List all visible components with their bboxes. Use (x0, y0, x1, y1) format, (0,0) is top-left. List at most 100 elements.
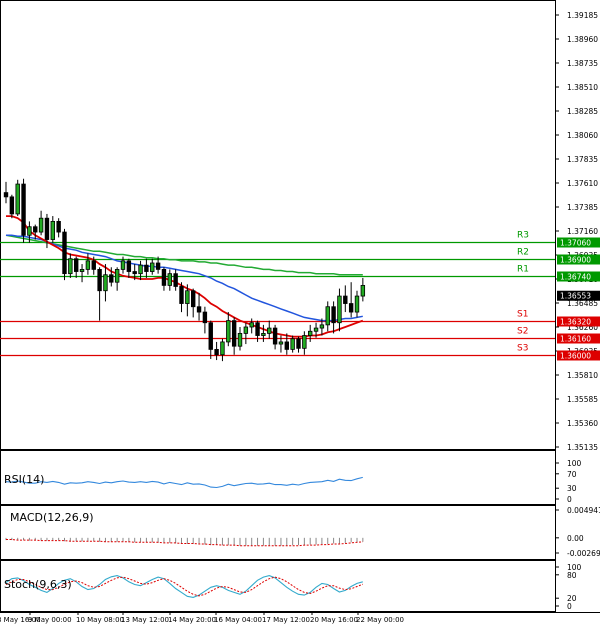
rsi-tick-label: 0 (567, 495, 572, 504)
price-tick-label: 1.38735 (567, 59, 598, 68)
level-price-label-s1: 1.36320 (560, 318, 591, 327)
candle-body (185, 290, 190, 304)
macd-tick-label: -0.002695 (567, 549, 600, 558)
candle-body (3, 192, 9, 198)
candle-body (214, 348, 219, 356)
time-tick-label: 13 May 12:00 (121, 616, 169, 624)
candle-body (249, 322, 254, 328)
chart-root: 1.39185 1.38960 1.38735 1.38510 1.38285 1.380… (0, 0, 600, 624)
candle-body (97, 268, 102, 292)
candle-body (272, 327, 278, 345)
candle-body (231, 320, 237, 347)
time-tick-label: 17 May 12:00 (262, 616, 310, 624)
candle-body (237, 332, 243, 347)
candle-body (360, 284, 366, 297)
time-tick-label: 10 May 08:00 (76, 616, 124, 624)
candle-body (44, 217, 50, 240)
candle-body (33, 226, 38, 233)
panel-border-price (0, 0, 556, 450)
rsi-title: RSI(14) (4, 473, 44, 486)
candle-body (120, 260, 126, 270)
macd-tick-label: 0.00 (567, 534, 584, 543)
level-name-r1: R1 (517, 265, 529, 275)
level-price-label-r3: 1.37060 (560, 239, 591, 248)
candle-body (155, 262, 161, 270)
candle-body (255, 322, 260, 336)
price-tick-label: 1.38510 (567, 83, 598, 92)
macd-title: MACD(12,26,9) (10, 511, 94, 524)
price-tick-label: 1.35810 (567, 371, 598, 380)
time-tick-label: 16 May 04:00 (214, 616, 262, 624)
rsi-tick-label: 70 (567, 470, 577, 479)
price-tick-label: 1.35135 (567, 443, 598, 452)
time-tick-label: 22 May 00:00 (356, 616, 404, 624)
price-tick-label: 1.38285 (567, 107, 598, 116)
stoch-tick-label: 80 (567, 571, 577, 580)
candle-body (190, 290, 196, 308)
rsi-tick-label: 30 (567, 484, 577, 493)
level-name-r2: R2 (517, 248, 529, 258)
candle-body (278, 341, 284, 345)
candle-body (144, 264, 149, 272)
price-tick-label: 1.37835 (567, 155, 598, 164)
price-tick-label: 1.39185 (567, 11, 598, 20)
candle-body (220, 341, 225, 356)
candle-body (331, 306, 336, 324)
rsi-line (5, 476, 363, 489)
macd-signal-line (6, 539, 363, 547)
price-tick-label: 1.38060 (567, 131, 598, 140)
candle-body (208, 322, 213, 350)
level-price-label-s3: 1.36000 (560, 352, 591, 361)
ma-slow-line (5, 234, 363, 276)
candle-body (109, 274, 114, 283)
stoch-tick-label: 0 (567, 602, 572, 611)
candle-body (290, 338, 295, 350)
stoch-title: Stoch(9,6,3) (4, 578, 72, 591)
candle-body (62, 231, 67, 275)
candle-body (243, 326, 249, 334)
level-name-s2: S2 (517, 327, 528, 337)
price-tick-label: 1.35360 (567, 419, 598, 428)
candle-body (21, 183, 26, 236)
candle-body (114, 268, 120, 283)
candle-body (167, 273, 172, 286)
candle-body (74, 258, 79, 272)
level-price-label-s2: 1.36160 (560, 335, 591, 344)
candle-body (179, 286, 184, 304)
candle-body (302, 335, 307, 349)
panel-border-stoch (0, 560, 556, 612)
price-tick-label: 1.35585 (567, 395, 598, 404)
time-tick-label: 20 May 16:00 (310, 616, 358, 624)
candle-body (50, 220, 55, 240)
candle-body (261, 332, 266, 336)
candle-body (27, 226, 32, 236)
rsi-tick-label: 100 (567, 459, 582, 468)
level-price-label-r1: 1.36740 (560, 273, 591, 282)
candle-body (15, 183, 20, 215)
candle-body (56, 220, 61, 233)
candle-body (325, 306, 330, 326)
current-price-label: 1.36553 (560, 292, 591, 301)
candle-body (85, 260, 91, 270)
candle-body (138, 264, 143, 275)
price-panel: 1.39185 1.38960 1.38735 1.38510 1.38285 1.380… (0, 11, 600, 452)
candle-body (348, 303, 354, 313)
candle-body (126, 260, 132, 272)
candle-body (296, 338, 301, 349)
candle-body (307, 330, 313, 336)
stoch-panel: 10080200Stoch(9,6,3) (4, 563, 582, 611)
candle-body (9, 196, 15, 215)
macd-tick-label: 0.004941 (567, 506, 600, 515)
candle-body (202, 311, 208, 324)
candle-body (38, 217, 44, 233)
level-price-label-r2: 1.36900 (560, 256, 591, 265)
macd-panel: 0.004941 0.00 -0.002695 MACD(12,26,9) (5, 506, 600, 558)
price-tick-label: 1.37385 (567, 203, 598, 212)
candle-body (91, 260, 96, 270)
candle-body (196, 306, 202, 313)
candle-body (313, 327, 319, 332)
price-tick-label: 1.37160 (567, 227, 598, 236)
level-name-r3: R3 (517, 231, 529, 241)
rsi-panel: 100 70 30 0 RSI(14) (4, 459, 582, 504)
candle-body (150, 262, 155, 272)
